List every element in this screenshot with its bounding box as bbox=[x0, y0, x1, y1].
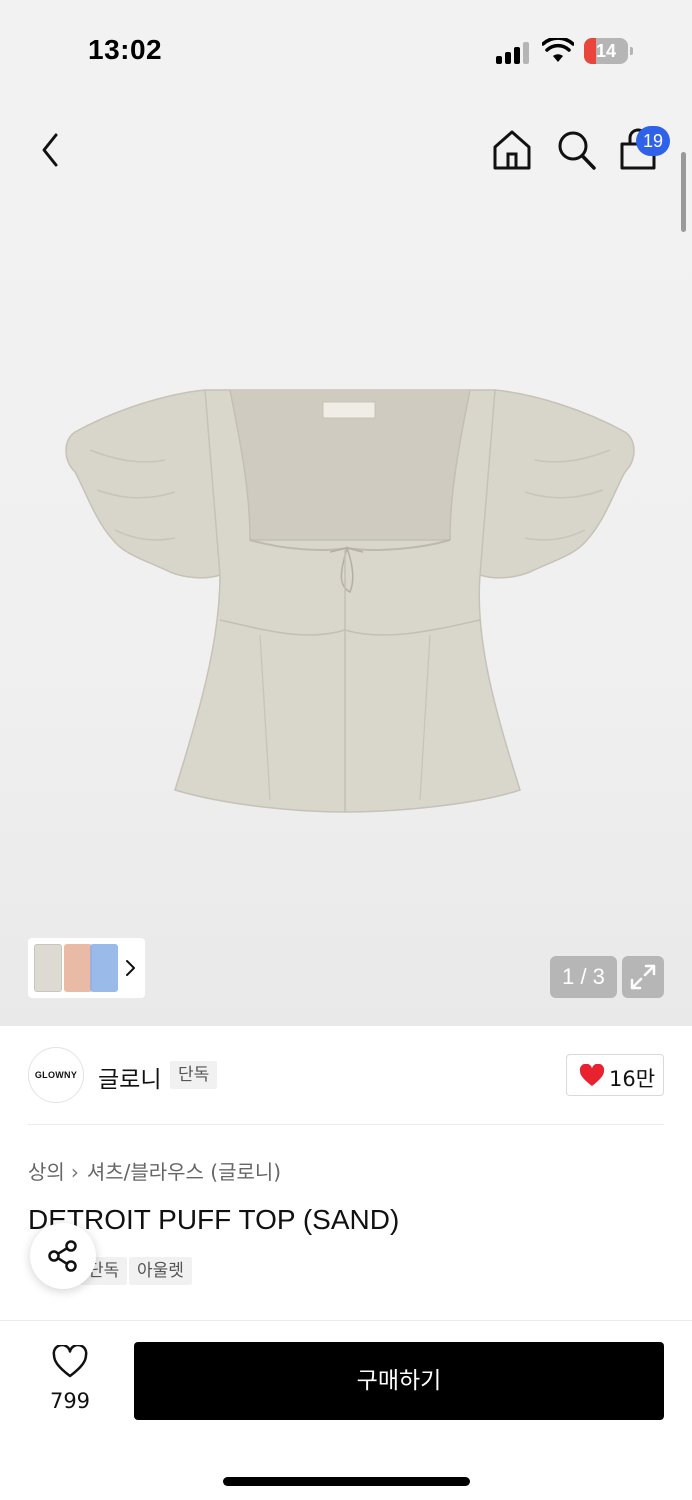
thumbnail-sand[interactable] bbox=[34, 944, 62, 992]
cart-count-badge: 19 bbox=[636, 126, 670, 156]
cart-button[interactable]: 19 bbox=[616, 124, 672, 174]
brand-like-count: 16만 bbox=[609, 1067, 656, 1091]
search-icon bbox=[558, 131, 596, 170]
divider bbox=[28, 1124, 664, 1125]
product-gallery[interactable]: 19 1 / 3 bbox=[0, 100, 692, 1026]
thumbnail-blue[interactable] bbox=[90, 944, 118, 992]
wifi-icon bbox=[542, 38, 574, 62]
search-button[interactable] bbox=[554, 128, 598, 172]
back-button[interactable] bbox=[30, 128, 70, 172]
home-button[interactable] bbox=[490, 128, 534, 172]
heart-icon bbox=[52, 1345, 88, 1378]
scrollbar[interactable] bbox=[681, 152, 686, 232]
brand-logo-text: GLOWNY bbox=[34, 1070, 78, 1080]
status-bar: 13:02 14 bbox=[0, 0, 692, 100]
status-time: 13:02 bbox=[88, 34, 163, 65]
brand-name[interactable]: 글로니 bbox=[98, 1060, 161, 1094]
buy-button[interactable]: 구매하기 bbox=[134, 1342, 664, 1420]
breadcrumb-separator-icon: › bbox=[70, 1160, 79, 1184]
expand-button[interactable] bbox=[622, 956, 664, 998]
cellular-signal-icon bbox=[496, 40, 532, 64]
wishlist-button[interactable]: 799 bbox=[40, 1345, 100, 1415]
breadcrumb-subcategory[interactable]: 셔츠/블라우스 (글로니) bbox=[87, 1160, 281, 1184]
brand-like-button[interactable]: 16만 bbox=[566, 1054, 664, 1096]
share-button[interactable] bbox=[30, 1223, 96, 1289]
breadcrumb: 상의 › 셔츠/블라우스 (글로니) bbox=[28, 1156, 281, 1185]
brand-logo[interactable]: GLOWNY bbox=[28, 1047, 84, 1103]
bottom-action-bar: 799 구매하기 bbox=[0, 1320, 692, 1500]
expand-icon bbox=[630, 964, 656, 990]
battery-level: 14 bbox=[595, 41, 617, 61]
image-page-counter: 1 / 3 bbox=[550, 956, 617, 998]
exclusive-badge: 단독 bbox=[170, 1061, 218, 1089]
battery-icon: 14 bbox=[584, 38, 634, 64]
home-indicator[interactable] bbox=[223, 1477, 470, 1486]
home-icon bbox=[493, 130, 531, 170]
tag-outlet: 아울렛 bbox=[129, 1257, 192, 1285]
chevron-right-icon[interactable] bbox=[124, 958, 136, 978]
breadcrumb-category[interactable]: 상의 bbox=[28, 1160, 65, 1184]
wishlist-count: 799 bbox=[49, 1389, 91, 1413]
heart-icon bbox=[579, 1064, 605, 1086]
thumbnail-strip[interactable] bbox=[28, 938, 145, 998]
thumbnail-coral[interactable] bbox=[64, 944, 92, 992]
product-image[interactable] bbox=[55, 380, 645, 850]
share-icon bbox=[48, 1240, 77, 1272]
back-icon bbox=[42, 133, 58, 167]
